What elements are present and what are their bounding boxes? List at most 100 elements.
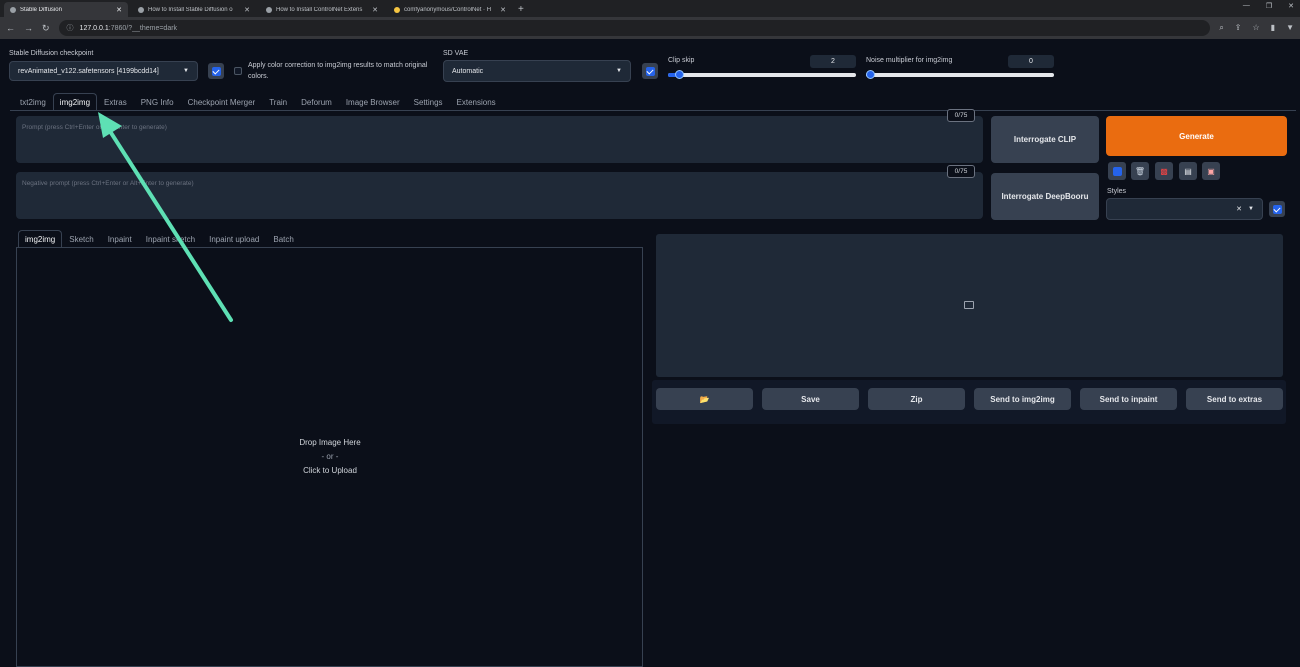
interrogate-clip-button[interactable]: Interrogate CLIP xyxy=(991,116,1099,163)
trash-icon: 🗑 xyxy=(1134,166,1146,176)
tab-train[interactable]: Train xyxy=(262,93,294,110)
close-icon[interactable]: ✕ xyxy=(244,6,250,14)
apply-style-button[interactable] xyxy=(1269,201,1285,217)
check-icon xyxy=(1272,204,1282,214)
refresh-checkpoint-button[interactable] xyxy=(208,63,224,79)
close-icon[interactable]: ✕ xyxy=(116,6,122,14)
read-params-button[interactable] xyxy=(1108,162,1126,180)
clear-icon[interactable]: ✕ xyxy=(1236,205,1242,213)
browser-tab-title: How to Install ControlNet Extens xyxy=(276,6,363,13)
tab-checkpoint-merger[interactable]: Checkpoint Merger xyxy=(181,93,263,110)
browser-tab-install-controlnet[interactable]: How to Install ControlNet Extens ✕ xyxy=(260,2,384,17)
window-controls: — ❐ ✕ xyxy=(1243,2,1294,10)
color-correction-checkbox[interactable] xyxy=(234,67,242,75)
negative-prompt-token-counter: 0/75 xyxy=(947,165,975,178)
clipboard-icon: ▤ xyxy=(1184,166,1192,176)
back-icon[interactable]: ← xyxy=(6,23,15,33)
drop-zone-text[interactable]: Drop Image Here - or - Click to Upload xyxy=(250,436,410,478)
huggingface-icon xyxy=(394,6,400,13)
save-icon: ▣ xyxy=(1207,166,1215,176)
tab-txt2img[interactable]: txt2img xyxy=(13,93,53,110)
save-button[interactable]: Save xyxy=(762,388,859,410)
site-icon xyxy=(138,6,144,13)
url-path: :7860/?__theme=dark xyxy=(108,24,178,32)
zip-button[interactable]: Zip xyxy=(868,388,965,410)
checkpoint-value: revAnimated_v122.safetensors [4199bcdd14… xyxy=(18,67,159,75)
image-icon xyxy=(964,301,974,309)
refresh-vae-button[interactable] xyxy=(642,63,658,79)
noise-multiplier-number[interactable]: 0 xyxy=(1008,55,1054,68)
styles-select[interactable]: ✕ ▼ xyxy=(1106,198,1263,220)
tab-image-browser[interactable]: Image Browser xyxy=(339,93,407,110)
extra-networks-button[interactable]: ▩ xyxy=(1155,162,1173,180)
url-field[interactable]: ⓘ 127.0.0.1:7860/?__theme=dark xyxy=(58,20,1211,36)
slider-handle[interactable] xyxy=(866,70,875,79)
check-icon xyxy=(211,66,221,76)
tab-batch[interactable]: Batch xyxy=(266,230,300,247)
new-tab-icon[interactable]: + xyxy=(518,2,524,17)
checkpoint-select[interactable]: revAnimated_v122.safetensors [4199bcdd14… xyxy=(9,61,198,81)
noise-multiplier-slider[interactable] xyxy=(866,70,1054,79)
arrow-icon xyxy=(1112,166,1122,176)
url-host: 127.0.0.1 xyxy=(79,24,109,32)
tab-img2img-sub[interactable]: img2img xyxy=(18,230,63,247)
browser-tab-install-sd[interactable]: How to Install Stable Diffusion o ✕ xyxy=(132,2,256,17)
cards-icon: ▩ xyxy=(1160,166,1168,176)
negative-prompt-textarea[interactable]: Negative prompt (press Ctrl+Enter or Alt… xyxy=(16,172,983,219)
color-correction-label: Apply color correction to img2img result… xyxy=(248,62,428,80)
drop-or-text: - or - xyxy=(321,452,339,461)
tab-deforum[interactable]: Deforum xyxy=(294,93,339,110)
tab-png-info[interactable]: PNG Info xyxy=(134,93,181,110)
clip-skip-slider[interactable] xyxy=(668,70,856,79)
tab-sketch[interactable]: Sketch xyxy=(62,230,100,247)
main-tabs: txt2img img2img Extras PNG Info Checkpoi… xyxy=(13,93,503,110)
star-icon[interactable]: ☆ xyxy=(1253,23,1260,33)
zoom-icon[interactable]: ⌕ xyxy=(1219,23,1223,33)
browser-tab-stable-diffusion[interactable]: Stable Diffusion ✕ xyxy=(4,2,128,17)
tab-settings[interactable]: Settings xyxy=(407,93,450,110)
close-window-icon[interactable]: ✕ xyxy=(1288,2,1294,10)
prompt-textarea[interactable]: Prompt (press Ctrl+Enter or Alt+Enter to… xyxy=(16,116,983,163)
styles-label: Styles xyxy=(1107,188,1127,195)
maximize-icon[interactable]: ❐ xyxy=(1266,2,1272,10)
share-icon[interactable]: ⇪ xyxy=(1235,23,1242,33)
clipboard-button[interactable]: ▤ xyxy=(1179,162,1197,180)
close-icon[interactable]: ✕ xyxy=(372,6,378,14)
send-to-inpaint-button[interactable]: Send to inpaint xyxy=(1080,388,1177,410)
send-to-img2img-button[interactable]: Send to img2img xyxy=(974,388,1071,410)
tab-extras[interactable]: Extras xyxy=(97,93,134,110)
browser-tab-huggingface[interactable]: comfyanonymous/ControlNet · H ✕ xyxy=(388,2,512,17)
tab-divider xyxy=(10,110,1296,111)
slider-handle[interactable] xyxy=(675,70,684,79)
upload-text: Click to Upload xyxy=(303,466,357,475)
tab-inpaint-upload[interactable]: Inpaint upload xyxy=(202,230,266,247)
close-icon[interactable]: ✕ xyxy=(500,6,506,14)
sidebar-icon[interactable]: ▮ xyxy=(1271,23,1275,33)
forward-icon[interactable]: → xyxy=(24,23,33,33)
generate-button[interactable]: Generate xyxy=(1106,116,1287,156)
vae-value: Automatic xyxy=(452,67,484,75)
noise-multiplier-label: Noise multiplier for img2img xyxy=(866,57,953,64)
interrogate-deepbooru-button[interactable]: Interrogate DeepBooru xyxy=(991,173,1099,220)
info-icon[interactable]: ⓘ xyxy=(67,23,74,33)
drop-text: Drop Image Here xyxy=(299,438,361,447)
tab-inpaint[interactable]: Inpaint xyxy=(101,230,139,247)
extension-icon[interactable]: ▼ xyxy=(1286,23,1294,33)
vae-label: SD VAE xyxy=(443,50,469,57)
save-style-button[interactable]: ▣ xyxy=(1202,162,1220,180)
open-folder-button[interactable]: 📂 xyxy=(656,388,753,410)
reload-icon[interactable]: ↻ xyxy=(42,23,50,34)
tab-img2img[interactable]: img2img xyxy=(52,93,98,110)
address-bar: ← → ↻ ⓘ 127.0.0.1:7860/?__theme=dark ⌕ ⇪… xyxy=(0,17,1300,39)
clip-skip-number[interactable]: 2 xyxy=(810,55,856,68)
check-icon xyxy=(645,66,655,76)
globe-icon xyxy=(10,6,16,13)
vae-select[interactable]: Automatic ▼ xyxy=(443,60,631,82)
browser-tab-title: comfyanonymous/ControlNet · H xyxy=(404,6,492,13)
send-to-extras-button[interactable]: Send to extras xyxy=(1186,388,1283,410)
minimize-icon[interactable]: — xyxy=(1243,2,1250,10)
tab-extensions[interactable]: Extensions xyxy=(450,93,503,110)
browser-tab-strip: Stable Diffusion ✕ How to Install Stable… xyxy=(0,0,1300,17)
trash-button[interactable]: 🗑 xyxy=(1131,162,1149,180)
tab-inpaint-sketch[interactable]: Inpaint sketch xyxy=(139,230,202,247)
